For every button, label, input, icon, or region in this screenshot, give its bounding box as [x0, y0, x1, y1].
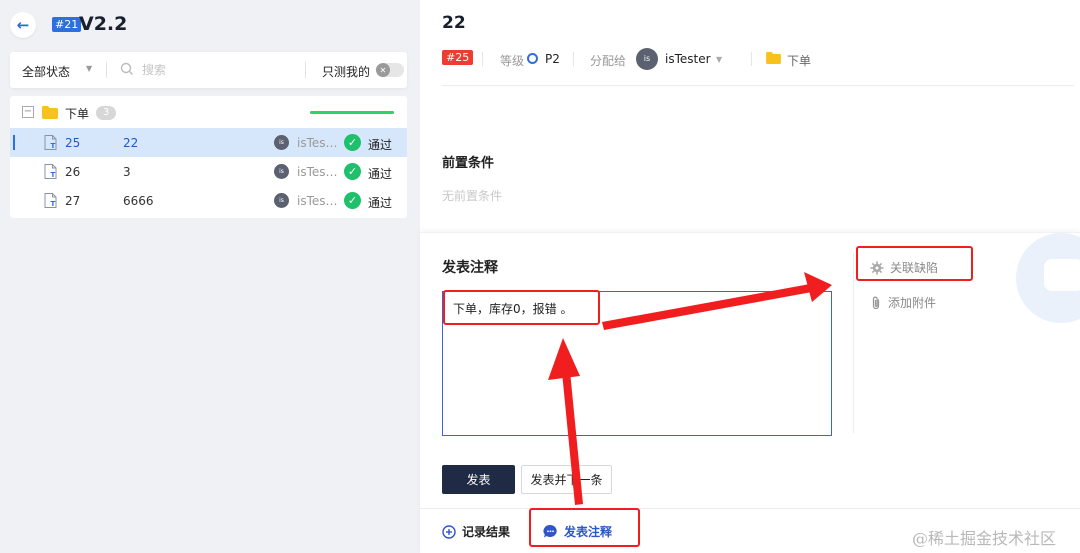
avatar: is — [274, 135, 289, 150]
module-name: 下单 — [787, 54, 812, 68]
progress-fill — [310, 111, 394, 114]
case-id: 26 — [65, 165, 81, 179]
submit-next-button[interactable]: 发表并下一条 — [521, 465, 612, 494]
case-id: 25 — [65, 136, 81, 150]
divider — [106, 62, 107, 78]
avatar: is — [274, 164, 289, 179]
search-input[interactable] — [142, 60, 292, 80]
folder-icon — [42, 106, 58, 119]
plus-circle-icon — [442, 524, 456, 539]
test-case-icon: T — [44, 135, 57, 150]
case-result: 通过 — [368, 167, 393, 181]
selection-indicator — [13, 135, 15, 150]
precondition-title: 前置条件 — [442, 156, 495, 171]
right-panel: 22 #25 等级 P2 分配给 is isTester ▼ 下单 前置条件 无… — [420, 0, 1080, 553]
case-row[interactable]: T 27 6666 is isTester ✓ 通过 — [10, 186, 407, 215]
case-title: 3 — [123, 165, 131, 179]
case-user: isTester — [297, 165, 341, 179]
back-button[interactable]: ← — [10, 12, 36, 38]
case-result: 通过 — [368, 196, 393, 210]
test-case-icon: T — [44, 164, 57, 179]
caret-down-icon: ▼ — [716, 55, 723, 64]
add-attachment-button[interactable]: 添加附件 — [870, 294, 936, 311]
case-tree: − 下单 3 T 25 22 is isTester ✓ 通过 T 26 3 is isTester ✓… — [10, 96, 407, 218]
close-icon: ✕ — [376, 63, 390, 77]
tab-record-label: 记录结果 — [462, 525, 511, 539]
only-mine-toggle[interactable]: ✕ — [376, 63, 404, 77]
folder-count-badge: 3 — [96, 106, 117, 120]
progress-bar — [310, 111, 394, 114]
avatar: is — [274, 193, 289, 208]
version-title: V2.2 — [79, 13, 128, 35]
priority-value[interactable]: P2 — [545, 52, 560, 66]
left-panel: ← #21 V2.2 全部状态 ▼ 只测我的 ✕ − 下单 3 T2522isi… — [0, 0, 420, 553]
divider — [305, 62, 306, 78]
precondition-empty: 无前置条件 — [442, 189, 503, 203]
divider — [751, 52, 752, 66]
chat-bubble-icon[interactable] — [1016, 233, 1080, 323]
case-title: 22 — [442, 13, 466, 33]
check-circle-icon: ✓ — [344, 192, 361, 209]
divider — [573, 52, 574, 66]
assignee-select[interactable]: isTester — [665, 52, 711, 66]
comment-section: 发表注释 下单，库存0，报错 。 关联缺陷 添加附件 发表 发表并下一条 记录结… — [420, 232, 1080, 553]
version-badge: #21 — [52, 17, 82, 32]
submit-button[interactable]: 发表 — [442, 465, 515, 494]
case-row[interactable]: T 26 3 is isTester ✓ 通过 — [10, 157, 407, 186]
case-result: 通过 — [368, 138, 393, 152]
case-user: isTester — [297, 194, 341, 208]
watermark: @稀土掘金技术社区 — [912, 529, 1057, 548]
annotation-box — [856, 246, 973, 281]
svg-text:T: T — [51, 142, 56, 150]
search-icon — [120, 62, 133, 75]
case-user: isTester — [297, 136, 341, 150]
arrow-left-icon: ← — [16, 16, 30, 34]
svg-text:T: T — [51, 171, 56, 179]
divider — [420, 508, 1080, 509]
priority-label: 等级 — [500, 54, 525, 68]
folder-name: 下单 — [65, 107, 90, 121]
paperclip-icon — [872, 296, 880, 309]
status-filter[interactable]: 全部状态 — [22, 63, 70, 80]
only-mine-label: 只测我的 — [322, 65, 371, 79]
tree-folder[interactable]: − 下单 3 — [10, 96, 407, 128]
case-id-tag: #25 — [442, 50, 474, 65]
assign-label: 分配给 — [590, 54, 627, 68]
case-id: 27 — [65, 194, 81, 208]
test-case-icon: T — [44, 193, 57, 208]
divider — [853, 253, 854, 433]
check-circle-icon: ✓ — [344, 163, 361, 180]
case-row[interactable]: T 25 22 is isTester ✓ 通过 — [10, 128, 407, 157]
folder-icon — [766, 52, 781, 64]
check-circle-icon: ✓ — [344, 134, 361, 151]
divider — [482, 52, 483, 66]
assignee-avatar: is — [636, 48, 658, 70]
comment-title: 发表注释 — [442, 260, 498, 276]
collapse-icon[interactable]: − — [22, 106, 34, 118]
filter-bar: 全部状态 ▼ 只测我的 ✕ — [10, 52, 407, 88]
tab-record-result[interactable]: 记录结果 — [442, 523, 510, 540]
svg-text:T: T — [51, 200, 56, 208]
divider — [442, 85, 1074, 86]
priority-ring-icon — [527, 53, 538, 64]
case-title: 22 — [123, 136, 139, 150]
annotation-box — [443, 290, 600, 325]
annotation-box — [529, 508, 640, 547]
caret-down-icon: ▼ — [86, 64, 93, 73]
add-attachment-label: 添加附件 — [888, 296, 937, 310]
case-title: 6666 — [123, 194, 154, 208]
